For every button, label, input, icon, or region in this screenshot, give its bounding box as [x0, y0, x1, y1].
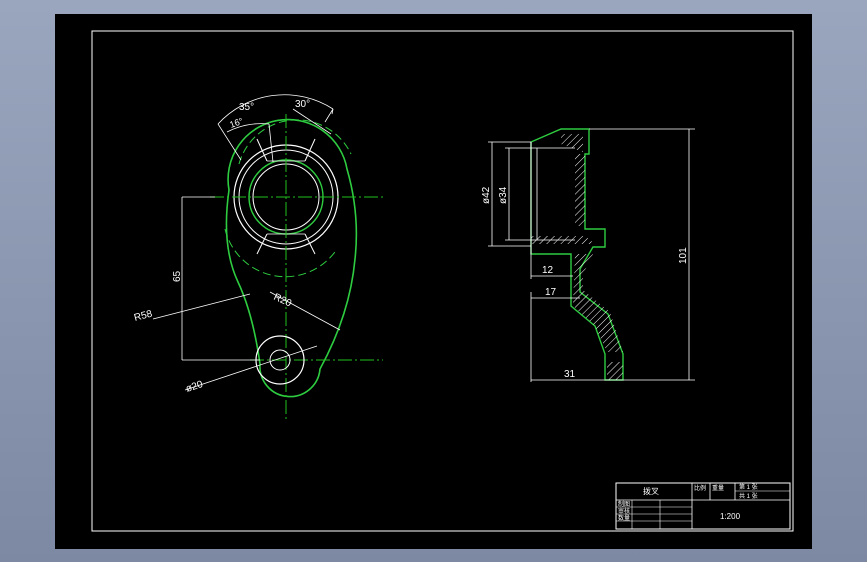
angle-dim-ext: [324, 108, 334, 123]
slot-line: [304, 138, 316, 162]
section-hatch: [573, 254, 623, 352]
section-hatch: [575, 154, 585, 226]
tb-label-scale: 比例: [694, 484, 706, 492]
dia-label-20: ø20: [185, 379, 205, 395]
tb-label-material: 重量: [712, 484, 724, 492]
front-view: 35° 30° 16° 65 R58 R20 ø20: [133, 94, 383, 422]
tb-label-drawn: 制图: [618, 500, 630, 508]
angle-dim-ext: [217, 123, 242, 161]
dim-label-31: 31: [564, 369, 576, 380]
dim-label-65: 65: [172, 270, 183, 282]
slot-line: [256, 138, 268, 162]
angle-label-16: 16°: [228, 116, 245, 130]
r58-leader: [152, 293, 251, 320]
side-view: ø42 ø34 12 17 31 101: [481, 128, 695, 382]
dim-label-17: 17: [545, 287, 557, 298]
section-hatch: [561, 134, 583, 152]
tb-label-qty: 数量: [618, 514, 630, 522]
tb-label-sheet: 第 1 张: [739, 483, 758, 491]
section-hatch: [607, 362, 623, 380]
dim-label-34: ø34: [498, 186, 509, 204]
drawing-frame: [91, 30, 794, 532]
scale-value: 1:200: [720, 512, 741, 521]
angle-label-35: 35°: [239, 102, 254, 113]
drawing-sheet[interactable]: 35° 30° 16° 65 R58 R20 ø20 ø42 ø34 12 17…: [55, 14, 812, 549]
part-name: 拨叉: [643, 486, 659, 496]
dim-label-101: 101: [678, 247, 689, 264]
dim-label-12: 12: [542, 265, 554, 276]
cad-drawing: 35° 30° 16° 65 R58 R20 ø20 ø42 ø34 12 17…: [91, 30, 794, 532]
tb-label-check: 审核: [618, 507, 630, 515]
angle-dim-ext: [268, 123, 274, 163]
cad-viewport[interactable]: 35° 30° 16° 65 R58 R20 ø20 ø42 ø34 12 17…: [0, 0, 867, 562]
radius-label-r58: R58: [133, 308, 154, 323]
dim-label-42: ø42: [481, 186, 492, 204]
title-block: 拨叉 比例 重量 第 1 张 共 1 张 制图 审核 数量 1:200: [615, 482, 791, 530]
tb-label-total: 共 1 张: [739, 492, 758, 500]
dia20-leader: [184, 345, 318, 391]
radius-label-r20: R20: [272, 292, 294, 310]
angle-label-30: 30°: [295, 99, 310, 110]
